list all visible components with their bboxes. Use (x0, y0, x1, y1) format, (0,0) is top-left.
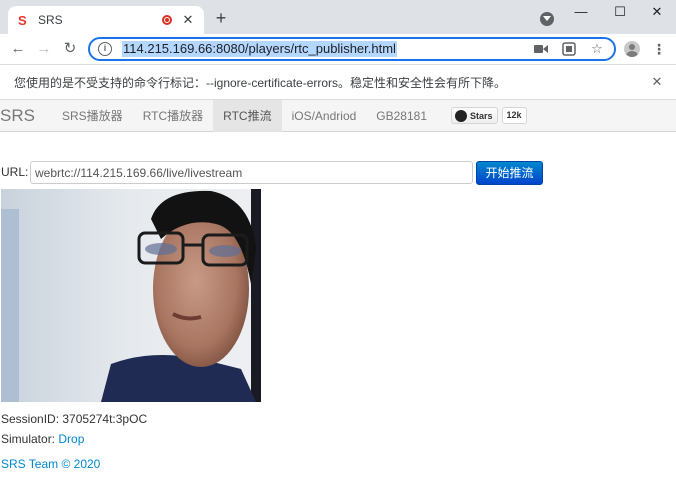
bookmark-star-icon[interactable]: ☆ (590, 41, 604, 56)
camera-in-use-icon[interactable] (534, 42, 548, 56)
more-menu-icon[interactable]: ⋮ (652, 40, 666, 58)
url-label: URL: (1, 165, 29, 179)
back-arrow-icon[interactable]: ← (8, 39, 28, 59)
translate-icon[interactable] (562, 42, 576, 56)
srs-favicon-icon: S (16, 12, 32, 28)
tab-title: SRS (38, 13, 63, 27)
session-info: SessionID: 3705274t:3pOC (1, 412, 147, 426)
github-icon (455, 109, 468, 122)
tab-search-button[interactable] (540, 12, 554, 26)
nav-gb28181[interactable]: GB28181 (366, 100, 437, 132)
infobar-message: 您使用的是不受支持的命令行标记：--ignore-certificate-err… (14, 75, 507, 90)
site-info-icon[interactable]: i (98, 42, 112, 56)
tab-close-icon[interactable]: ✕ (180, 12, 196, 28)
reload-icon[interactable]: ↻ (60, 39, 80, 59)
maximize-icon[interactable]: ☐ (608, 4, 632, 20)
profile-avatar[interactable] (624, 41, 640, 57)
infobar-close-icon[interactable]: ✕ (650, 75, 664, 89)
address-bar[interactable]: i 114.215.169.66:8080/players/rtc_publis… (88, 37, 616, 61)
nav-srs-player[interactable]: SRS播放器 (52, 100, 133, 132)
brand-logo[interactable]: SRS (0, 100, 52, 132)
minimize-icon[interactable]: — (569, 4, 593, 20)
start-publish-button[interactable]: 开始推流 (476, 161, 543, 185)
new-tab-button[interactable]: + (212, 9, 230, 27)
local-video-preview (1, 189, 261, 402)
session-label: SessionID: (1, 412, 60, 426)
footer: SRS Team © 2020 (1, 457, 100, 471)
stream-url-input[interactable] (30, 161, 473, 184)
nav-rtc-publisher[interactable]: RTC推流 (213, 99, 282, 132)
nav-rtc-player[interactable]: RTC播放器 (133, 100, 213, 132)
github-stars-button[interactable]: Stars (451, 107, 498, 124)
github-stars-label: Stars (470, 110, 493, 121)
svg-text:S: S (18, 13, 27, 27)
footer-link[interactable]: SRS Team © 2020 (1, 457, 100, 471)
simulator-label: Simulator: (1, 432, 56, 446)
browser-titlebar: S SRS ✕ + — ☐ ✕ (0, 0, 676, 34)
warning-infobar: 您使用的是不受支持的命令行标记：--ignore-certificate-err… (0, 64, 676, 100)
window-close-icon[interactable]: ✕ (645, 4, 669, 20)
simulator-drop-link[interactable]: Drop (58, 432, 84, 446)
browser-tab[interactable]: S SRS ✕ (8, 6, 204, 34)
site-navbar: SRS SRS播放器 RTC播放器 RTC推流 iOS/Andriod GB28… (0, 99, 676, 132)
github-stars-count[interactable]: 12k (501, 107, 527, 124)
browser-toolbar: ← → ↻ i 114.215.169.66:8080/players/rtc_… (0, 34, 676, 64)
recording-indicator-icon (162, 15, 172, 25)
address-url[interactable]: 114.215.169.66:8080/players/rtc_publishe… (122, 41, 397, 57)
session-id: 3705274t:3pOC (62, 412, 148, 426)
simulator-info: Simulator: Drop (1, 432, 84, 446)
nav-ios-android[interactable]: iOS/Andriod (282, 100, 367, 132)
forward-arrow-icon[interactable]: → (34, 39, 54, 59)
